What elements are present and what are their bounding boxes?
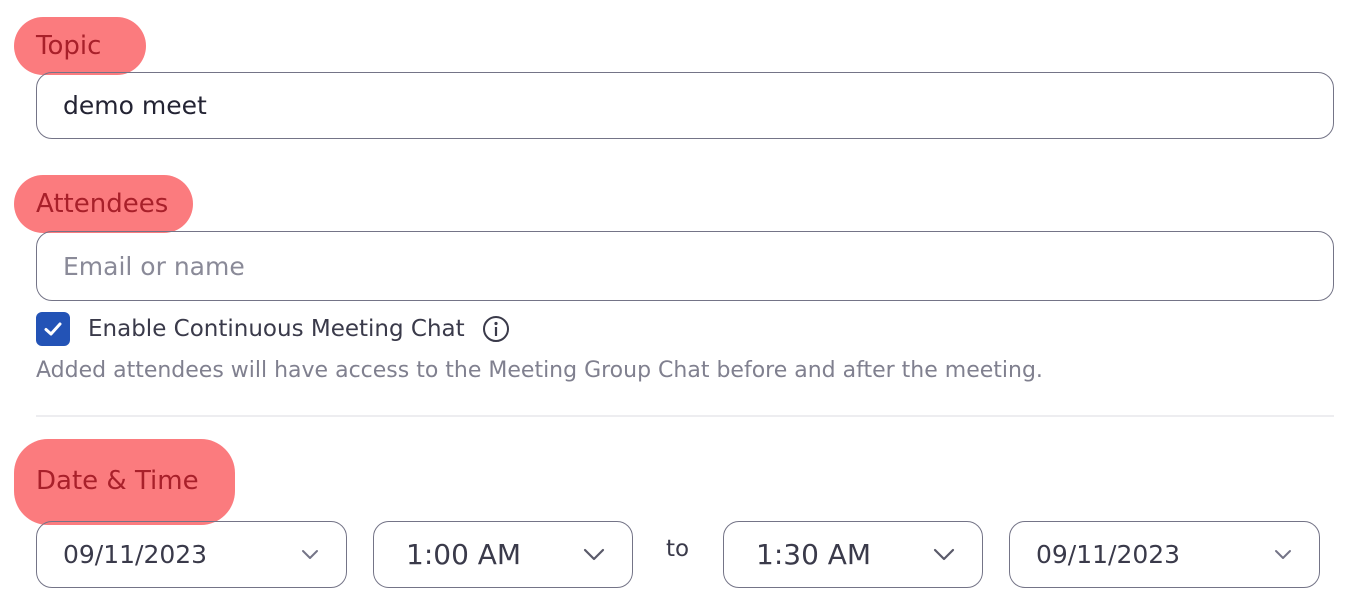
continuous-chat-label[interactable]: Enable Continuous Meeting Chat	[88, 316, 465, 342]
chevron-down-icon	[932, 548, 956, 562]
date-time-label: Date & Time	[14, 439, 235, 525]
attendees-label: Attendees	[14, 175, 193, 233]
end-time-value: 1:30 AM	[756, 538, 872, 571]
chevron-down-icon	[300, 549, 320, 561]
chevron-down-icon	[1273, 549, 1293, 561]
continuous-chat-checkbox[interactable]	[36, 312, 70, 346]
checkmark-icon	[44, 322, 62, 336]
start-time-value: 1:00 AM	[406, 538, 522, 571]
start-date-value: 09/11/2023	[63, 540, 208, 569]
end-time-select[interactable]: 1:30 AM	[723, 521, 983, 588]
time-range-separator: to	[666, 536, 690, 562]
topic-label: Topic	[14, 17, 146, 75]
section-divider	[36, 415, 1334, 417]
start-time-select[interactable]: 1:00 AM	[373, 521, 633, 588]
topic-input[interactable]	[36, 72, 1334, 139]
end-date-value: 09/11/2023	[1036, 540, 1181, 569]
start-date-select[interactable]: 09/11/2023	[36, 521, 347, 588]
attendees-input[interactable]	[36, 231, 1334, 301]
info-circle-icon[interactable]	[481, 314, 511, 344]
end-date-select[interactable]: 09/11/2023	[1009, 521, 1320, 588]
chevron-down-icon	[582, 548, 606, 562]
schedule-meeting-form: Topic Attendees Enable Continuous Meetin…	[0, 0, 1366, 607]
continuous-chat-helper-text: Added attendees will have access to the …	[36, 358, 1043, 383]
continuous-chat-row: Enable Continuous Meeting Chat	[36, 312, 511, 346]
